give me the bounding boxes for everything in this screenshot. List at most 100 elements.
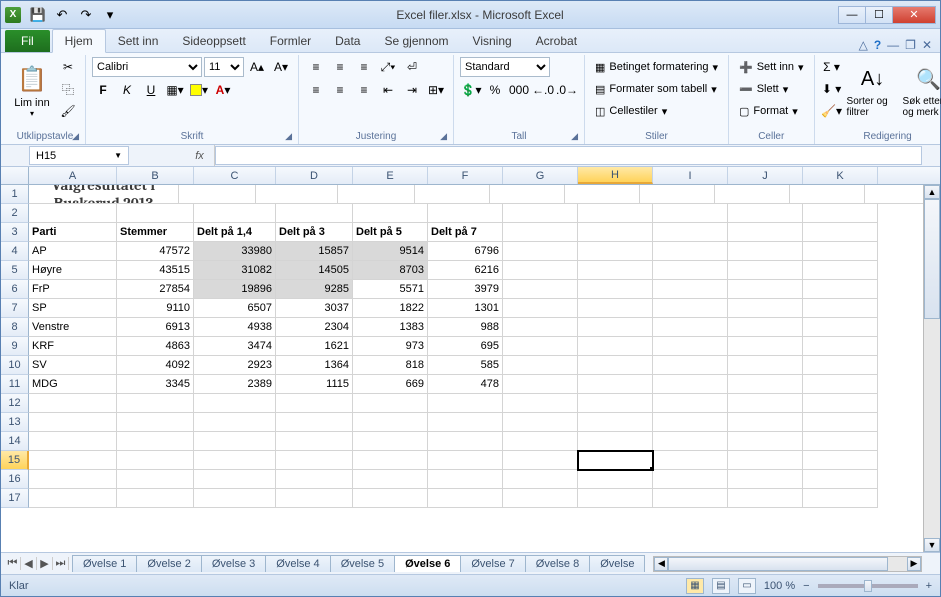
row-header[interactable]: 16 [1, 470, 29, 489]
cell-C10[interactable]: 2923 [194, 356, 276, 375]
cell-A9[interactable]: KRF [29, 337, 117, 356]
sheet-tab[interactable]: Øvelse 4 [265, 555, 330, 572]
delete-cells-button[interactable]: ➖Slett ▾ [735, 79, 808, 99]
cell-I14[interactable] [653, 432, 728, 451]
cell-H13[interactable] [578, 413, 653, 432]
column-header-D[interactable]: D [276, 167, 353, 184]
cell-E9[interactable]: 973 [353, 337, 428, 356]
fx-button[interactable]: fx [185, 145, 215, 166]
cell-H4[interactable] [578, 242, 653, 261]
tab-data[interactable]: Data [323, 30, 372, 52]
zoom-level[interactable]: 100 % [764, 580, 795, 592]
scroll-right-icon[interactable]: ▶ [907, 557, 921, 571]
minimize-button[interactable]: — [838, 6, 866, 24]
sheet-tab[interactable]: Øvelse 8 [525, 555, 590, 572]
cell-A17[interactable] [29, 489, 117, 508]
cell-K7[interactable] [803, 299, 878, 318]
workbook-close-icon[interactable]: ✕ [922, 38, 932, 52]
orientation-button[interactable]: ⤢▾ [377, 57, 399, 77]
font-size-select[interactable]: 11 [204, 57, 244, 77]
row-header[interactable]: 10 [1, 356, 29, 375]
cell-I7[interactable] [653, 299, 728, 318]
column-header-B[interactable]: B [117, 167, 194, 184]
cell-B4[interactable]: 47572 [117, 242, 194, 261]
cell-E5[interactable]: 8703 [353, 261, 428, 280]
cell-H5[interactable] [578, 261, 653, 280]
cell-A14[interactable] [29, 432, 117, 451]
cell-D16[interactable] [276, 470, 353, 489]
cell-C9[interactable]: 3474 [194, 337, 276, 356]
cell-C3[interactable]: Delt på 1,4 [194, 223, 276, 242]
cell-H3[interactable] [578, 223, 653, 242]
sheet-tab[interactable]: Øvelse 6 [394, 555, 461, 572]
cell-H17[interactable] [578, 489, 653, 508]
column-header-C[interactable]: C [194, 167, 276, 184]
cell-E14[interactable] [353, 432, 428, 451]
cell-C11[interactable]: 2389 [194, 375, 276, 394]
cell-A1[interactable]: Valgresultatet i Buskerud 2013 [29, 185, 179, 204]
column-header-E[interactable]: E [353, 167, 428, 184]
cell-J10[interactable] [728, 356, 803, 375]
cell-D7[interactable]: 3037 [276, 299, 353, 318]
row-header[interactable]: 6 [1, 280, 29, 299]
cell-K14[interactable] [803, 432, 878, 451]
dialog-launcher-icon[interactable]: ◢ [285, 131, 292, 142]
row-header[interactable]: 1 [1, 185, 29, 204]
row-header[interactable]: 13 [1, 413, 29, 432]
cell-H15[interactable] [578, 451, 653, 470]
cell-J7[interactable] [728, 299, 803, 318]
cell-J11[interactable] [728, 375, 803, 394]
cell-J16[interactable] [728, 470, 803, 489]
cell-H12[interactable] [578, 394, 653, 413]
wrap-text-button[interactable]: ⏎ [401, 57, 423, 77]
cell-I17[interactable] [653, 489, 728, 508]
cell-I6[interactable] [653, 280, 728, 299]
cell-D17[interactable] [276, 489, 353, 508]
cell-B2[interactable] [117, 204, 194, 223]
cell-H16[interactable] [578, 470, 653, 489]
column-header-J[interactable]: J [728, 167, 803, 184]
cell-D12[interactable] [276, 394, 353, 413]
cell-F15[interactable] [428, 451, 503, 470]
hscroll-thumb[interactable] [668, 557, 888, 571]
cell-J15[interactable] [728, 451, 803, 470]
find-select-button[interactable]: 🔍 Søk etter og merk [903, 57, 941, 123]
cell-I13[interactable] [653, 413, 728, 432]
cell-A16[interactable] [29, 470, 117, 489]
sheet-tab[interactable]: Øvelse 7 [460, 555, 525, 572]
conditional-formatting-button[interactable]: ▦Betinget formatering ▾ [591, 57, 722, 77]
cell-D2[interactable] [276, 204, 353, 223]
cell-B13[interactable] [117, 413, 194, 432]
cell-K8[interactable] [803, 318, 878, 337]
cell-C17[interactable] [194, 489, 276, 508]
cell-styles-button[interactable]: ◫Cellestiler ▾ [591, 101, 722, 121]
cell-G7[interactable] [503, 299, 578, 318]
cell-F7[interactable]: 1301 [428, 299, 503, 318]
dialog-launcher-icon[interactable]: ◢ [571, 131, 578, 142]
scroll-up-icon[interactable]: ▲ [924, 185, 940, 199]
row-header[interactable]: 9 [1, 337, 29, 356]
row-header[interactable]: 7 [1, 299, 29, 318]
clear-button[interactable]: 🧹▾ [821, 101, 843, 121]
format-cells-button[interactable]: ▢Format ▾ [735, 101, 808, 121]
column-header-H[interactable]: H [578, 167, 653, 184]
cell-G11[interactable] [503, 375, 578, 394]
cell-D11[interactable]: 1115 [276, 375, 353, 394]
percent-button[interactable]: % [484, 80, 506, 100]
cell-B9[interactable]: 4863 [117, 337, 194, 356]
cell-F13[interactable] [428, 413, 503, 432]
column-header-F[interactable]: F [428, 167, 503, 184]
cell-F9[interactable]: 695 [428, 337, 503, 356]
increase-font-button[interactable]: A▴ [246, 57, 268, 77]
cell-D9[interactable]: 1621 [276, 337, 353, 356]
fill-button[interactable]: ⬇ ▾ [821, 79, 843, 99]
cell-I12[interactable] [653, 394, 728, 413]
number-format-select[interactable]: Standard [460, 57, 550, 77]
cell-A12[interactable] [29, 394, 117, 413]
sheet-last-icon[interactable]: ⏭ [53, 557, 69, 570]
scroll-thumb[interactable] [924, 199, 940, 319]
cell-C14[interactable] [194, 432, 276, 451]
row-header[interactable]: 15 [1, 451, 29, 470]
tab-hjem[interactable]: Hjem [52, 29, 106, 53]
format-painter-button[interactable]: 🖌 [57, 101, 79, 121]
